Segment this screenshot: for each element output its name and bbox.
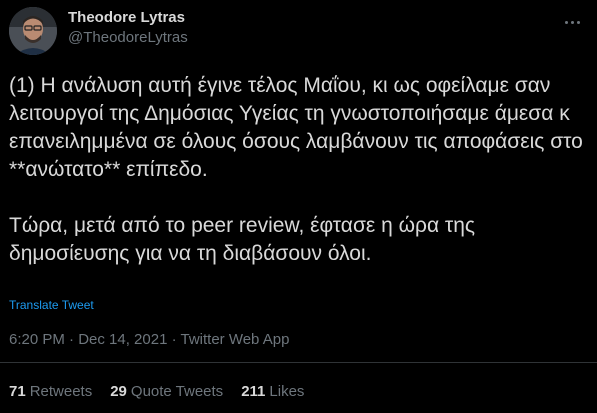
author-name[interactable]: Theodore Lytras: [68, 9, 185, 26]
tweet-text: (1) Η ανάλυση αυτή έγινε τέλος Μαΐου, κι…: [9, 74, 583, 265]
more-icon[interactable]: [560, 10, 584, 34]
avatar[interactable]: [9, 7, 57, 55]
likes-stat[interactable]: 211 Likes: [241, 383, 304, 400]
quote-tweets-stat[interactable]: 29 Quote Tweets: [110, 383, 223, 400]
quotes-label: Quote Tweets: [130, 383, 224, 400]
quotes-count: 29: [110, 383, 127, 400]
tweet-stats: 71 Retweets 29 Quote Tweets 211 Likes: [9, 383, 322, 400]
tweet-timestamp[interactable]: 6:20 PM · Dec 14, 2021 · Twitter Web App: [9, 331, 289, 348]
divider: [0, 362, 597, 363]
likes-count: 211: [241, 383, 266, 400]
retweets-label: Retweets: [29, 383, 93, 400]
translate-tweet-link[interactable]: Translate Tweet: [9, 298, 94, 312]
likes-label: Likes: [269, 383, 305, 400]
retweets-stat[interactable]: 71 Retweets: [9, 383, 92, 400]
author-handle[interactable]: @TheodoreLytras: [68, 29, 188, 46]
retweets-count: 71: [9, 383, 26, 400]
